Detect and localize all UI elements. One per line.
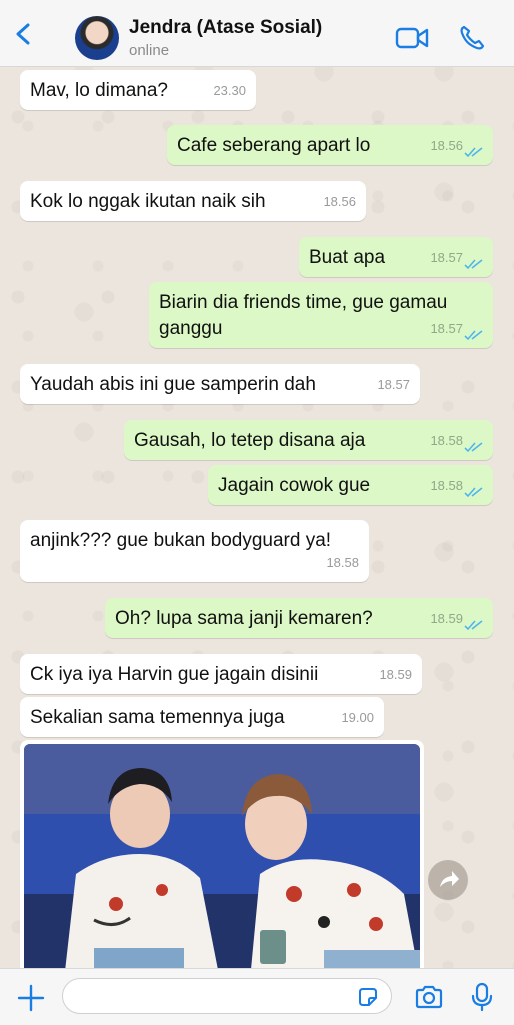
message-outgoing[interactable]: Biarin dia friends time, gue gamau gangg… bbox=[149, 282, 493, 348]
message-time: 18.57 bbox=[377, 377, 410, 392]
plus-icon[interactable] bbox=[16, 983, 46, 1013]
message-time: 18.57 bbox=[430, 321, 463, 336]
message-time: 18.57 bbox=[430, 250, 463, 265]
video-call-icon[interactable] bbox=[395, 26, 429, 50]
message-time: 18.56 bbox=[430, 138, 463, 153]
message-time: 18.56 bbox=[323, 194, 356, 209]
message-time: 18.59 bbox=[430, 611, 463, 626]
message-time: 18.58 bbox=[326, 555, 359, 570]
contact-name[interactable]: Jendra (Atase Sosial) bbox=[129, 17, 322, 39]
message-text: Gausah, lo tetep disana aja bbox=[134, 430, 366, 451]
camera-icon[interactable] bbox=[414, 984, 444, 1010]
message-text: Jagain cowok gue bbox=[218, 475, 371, 496]
photo-image[interactable] bbox=[24, 744, 420, 980]
message-time: 23.30 bbox=[213, 83, 246, 98]
read-ticks-icon bbox=[464, 259, 483, 270]
message-incoming[interactable]: Ck iya iya Harvin gue jagain disinii 18.… bbox=[20, 654, 422, 694]
message-incoming-photo[interactable] bbox=[20, 740, 424, 980]
message-time: 18.58 bbox=[430, 478, 463, 493]
message-text: Oh? lupa sama janji kemaren? bbox=[115, 608, 373, 629]
message-text: Sekalian sama temennya juga bbox=[30, 707, 285, 728]
back-chevron-icon[interactable] bbox=[12, 22, 36, 46]
message-text: Mav, lo dimana? bbox=[30, 80, 168, 101]
message-time: 19.00 bbox=[341, 710, 374, 725]
read-ticks-icon bbox=[464, 330, 483, 341]
forward-arrow-icon bbox=[440, 871, 459, 887]
read-ticks-icon bbox=[464, 620, 483, 631]
message-outgoing[interactable]: Jagain cowok gue 18.58 bbox=[208, 465, 493, 505]
message-incoming[interactable]: anjink??? gue bukan bodyguard ya! 18.58 bbox=[20, 520, 369, 582]
message-text: Yaudah abis ini gue samperin dah bbox=[30, 374, 316, 395]
message-text: Cafe seberang apart lo bbox=[177, 135, 371, 156]
sticker-icon[interactable] bbox=[357, 986, 379, 1008]
message-outgoing[interactable]: Gausah, lo tetep disana aja 18.58 bbox=[124, 420, 493, 460]
forward-button[interactable] bbox=[428, 860, 468, 900]
message-incoming[interactable]: Yaudah abis ini gue samperin dah 18.57 bbox=[20, 364, 420, 404]
read-ticks-icon bbox=[464, 487, 483, 498]
message-text: anjink??? gue bukan bodyguard ya! bbox=[30, 530, 332, 551]
message-incoming[interactable]: Sekalian sama temennya juga 19.00 bbox=[20, 697, 384, 737]
message-text: Ck iya iya Harvin gue jagain disinii bbox=[30, 664, 319, 685]
message-text: Kok lo nggak ikutan naik sih bbox=[30, 191, 266, 212]
message-text: Biarin dia friends time, gue gamau gangg… bbox=[159, 292, 448, 339]
message-input[interactable] bbox=[62, 978, 392, 1014]
message-outgoing[interactable]: Cafe seberang apart lo 18.56 bbox=[167, 125, 493, 165]
message-incoming[interactable]: Mav, lo dimana? 23.30 bbox=[20, 70, 256, 110]
chat-header: Jendra (Atase Sosial) online bbox=[0, 0, 514, 67]
message-incoming[interactable]: Kok lo nggak ikutan naik sih 18.56 bbox=[20, 181, 366, 221]
message-outgoing[interactable]: Oh? lupa sama janji kemaren? 18.59 bbox=[105, 598, 493, 638]
microphone-icon[interactable] bbox=[470, 982, 494, 1012]
contact-avatar[interactable] bbox=[75, 16, 119, 60]
message-text: Buat apa bbox=[309, 247, 386, 268]
message-time: 18.58 bbox=[430, 433, 463, 448]
read-ticks-icon bbox=[464, 147, 483, 158]
message-time: 18.59 bbox=[379, 667, 412, 682]
message-outgoing[interactable]: Buat apa 18.57 bbox=[299, 237, 493, 277]
contact-status: online bbox=[129, 42, 170, 59]
read-ticks-icon bbox=[464, 442, 483, 453]
message-input-bar bbox=[0, 968, 514, 1025]
photo-illustration bbox=[24, 744, 420, 980]
phone-call-icon[interactable] bbox=[458, 24, 486, 52]
